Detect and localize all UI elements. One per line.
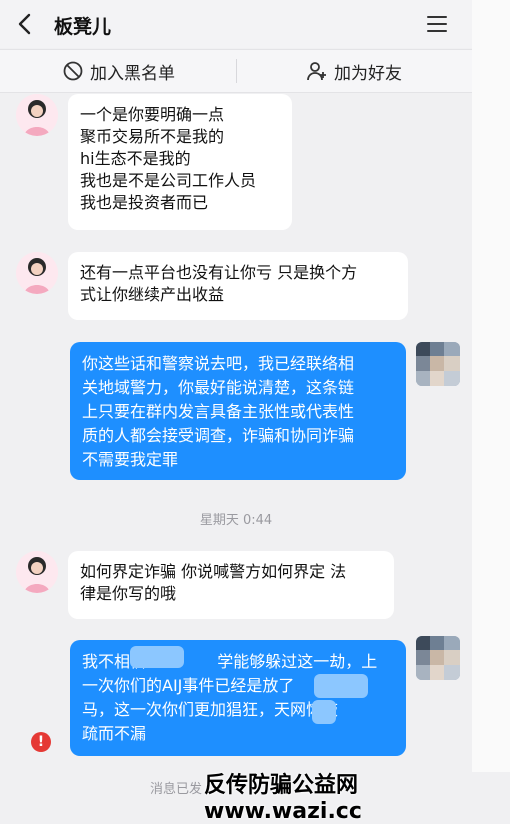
action-bar: 加入黑名单 加为好友 <box>0 49 472 93</box>
add-friend-label: 加为好友 <box>334 63 402 84</box>
avatar[interactable] <box>416 342 460 386</box>
message-line: 疏而不漏 <box>82 724 147 743</box>
message-bubble-incoming: 一个是你要明确一点 聚币交易所不是我的 hi生态不是我的 我也是不是公司工作人员… <box>68 94 292 230</box>
block-label: 加入黑名单 <box>90 63 175 84</box>
message-line: 马，这一次你们更加猖狂，天网恢恢 <box>82 700 339 719</box>
send-error-icon[interactable]: ! <box>31 732 51 752</box>
side-margin <box>472 0 510 807</box>
message-line: 上只要在群内发言具备主张性或代表性 <box>82 402 355 421</box>
message-bubble-incoming: 如何界定诈骗 你说喊警方如何界定 法 律是你写的哦 <box>68 551 394 619</box>
action-divider <box>236 59 237 83</box>
message-line: 我不相信 学能够躲过这一劫，上 <box>82 652 378 671</box>
avatar[interactable] <box>416 636 460 680</box>
chevron-left-icon[interactable] <box>14 12 36 36</box>
redaction-blur <box>312 700 336 724</box>
add-friend-button[interactable]: 加为好友 <box>306 50 402 92</box>
message-bubble-incoming: 还有一点平台也没有让你亏 只是换个方 式让你继续产出收益 <box>68 252 408 320</box>
add-user-icon <box>307 62 326 81</box>
message-line: 质的人都会接受调查，诈骗和协同诈骗 <box>82 426 355 445</box>
avatar[interactable] <box>16 252 58 294</box>
hamburger-icon[interactable] <box>426 14 448 34</box>
timestamp: 星期天 0:44 <box>199 513 273 528</box>
block-button[interactable]: 加入黑名单 <box>62 50 175 92</box>
avatar[interactable] <box>16 94 58 136</box>
message-line: 聚币交易所不是我的 <box>80 127 225 146</box>
message-bubble-outgoing: 你这些话和警察说去吧，我已经联络相 关地域警力，你最好能说清楚，这条链 上只要在… <box>70 342 406 480</box>
message-bubble-outgoing: 我不相信 学能够躲过这一劫，上 一次你们的AIJ事件已经是放了 一 马，这一次你… <box>70 640 406 756</box>
redaction-blur <box>130 646 184 668</box>
avatar[interactable] <box>16 551 58 593</box>
chat-window: 板凳儿 加入黑名单 加为好友 一个是你要明确一点 聚币交易所不是我的 hi生态不… <box>0 0 472 807</box>
message-line: 你这些话和警察说去吧，我已经联络相 <box>82 354 355 373</box>
redaction-blur <box>314 674 368 698</box>
message-line: 不需要我定罪 <box>82 450 179 469</box>
watermark: 反传防骗公益网 www.wazi.cc <box>204 773 362 824</box>
page-title: 板凳儿 <box>54 16 112 38</box>
top-bar: 板凳儿 <box>0 0 472 48</box>
message-line: 式让你继续产出收益 <box>80 285 225 304</box>
message-line: 还有一点平台也没有让你亏 只是换个方 <box>80 263 358 282</box>
message-line: 律是你写的哦 <box>80 584 177 603</box>
message-line: 我也是不是公司工作人员 <box>80 171 257 190</box>
message-line: 我也是投资者而已 <box>80 193 209 212</box>
system-note: 消息已发 <box>150 782 203 797</box>
message-line: hi生态不是我的 <box>80 149 191 168</box>
message-line: 如何界定诈骗 你说喊警方如何界定 法 <box>80 562 347 581</box>
message-line: 关地域警力，你最好能说清楚，这条链 <box>82 378 355 397</box>
block-icon <box>63 61 83 81</box>
message-line: 一个是你要明确一点 <box>80 105 225 124</box>
